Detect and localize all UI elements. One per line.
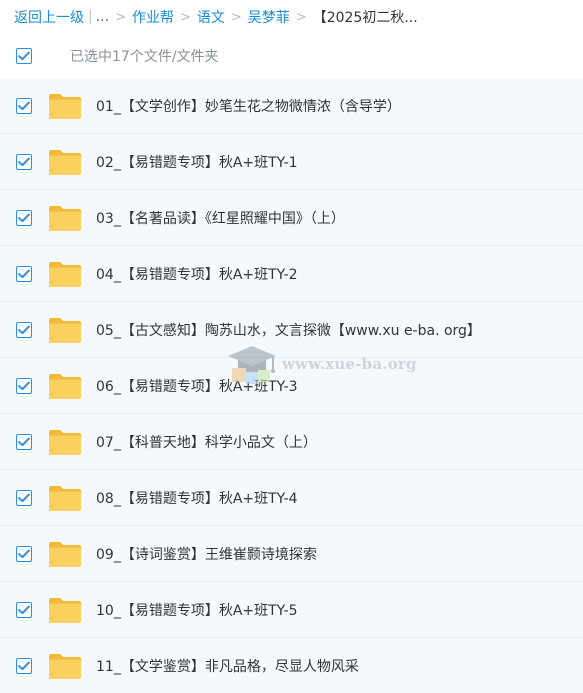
checkbox-checked-icon — [18, 157, 30, 166]
folder-icon — [48, 372, 82, 400]
folder-icon — [48, 484, 82, 512]
checkbox-checked-icon — [18, 101, 30, 110]
checkbox-checked-icon — [18, 493, 30, 502]
file-checkbox[interactable] — [16, 545, 32, 562]
file-checkbox[interactable] — [16, 657, 32, 674]
breadcrumb-divider: | — [88, 9, 93, 25]
folder-icon — [48, 92, 82, 120]
checkbox-checked-icon — [18, 213, 30, 222]
file-row[interactable]: 02_【易错题专项】秋A+班TY-1 — [0, 134, 583, 190]
file-row[interactable]: 07_【科普天地】科学小品文（上） — [0, 414, 583, 470]
file-name[interactable]: 07_【科普天地】科学小品文（上） — [96, 432, 317, 452]
selection-bar: 已选中17个文件/文件夹 — [0, 34, 583, 78]
checkbox-checked-icon — [18, 605, 30, 614]
folder-icon — [48, 428, 82, 456]
file-row[interactable]: 04_【易错题专项】秋A+班TY-2 — [0, 246, 583, 302]
file-checkbox[interactable] — [16, 97, 32, 114]
file-name[interactable]: 04_【易错题专项】秋A+班TY-2 — [96, 264, 298, 284]
file-name[interactable]: 02_【易错题专项】秋A+班TY-1 — [96, 152, 298, 172]
file-row[interactable]: 11_【文学鉴赏】非凡品格，尽显人物风采 — [0, 638, 583, 693]
file-name[interactable]: 05_【古文感知】陶苏山水，文言探微【www.xu e-ba. org】 — [96, 320, 481, 340]
folder-icon — [48, 316, 82, 344]
file-name[interactable]: 01_【文学创作】妙笔生花之物微情浓（含导学） — [96, 96, 401, 116]
file-row[interactable]: 09_【诗词鉴赏】王维崔颢诗境探索 — [0, 526, 583, 582]
checkbox-checked-icon — [18, 325, 30, 334]
file-browser: 返回上一级 | ... > 作业帮 > 语文 > 吴梦菲 > 【2025初二秋.… — [0, 0, 583, 693]
breadcrumb-separator: > — [230, 9, 242, 25]
file-checkbox[interactable] — [16, 209, 32, 226]
file-checkbox[interactable] — [16, 265, 32, 282]
breadcrumb-current: 【2025初二秋... — [312, 10, 418, 26]
file-list: 01_【文学创作】妙笔生花之物微情浓（含导学） 02_【易错题专项】秋A+班TY-… — [0, 78, 583, 693]
file-row[interactable]: 03_【名著品读】《红星照耀中国》（上） — [0, 190, 583, 246]
file-name[interactable]: 08_【易错题专项】秋A+班TY-4 — [96, 488, 298, 508]
checkbox-checked-icon — [18, 269, 30, 278]
breadcrumb-separator: > — [115, 9, 126, 25]
file-row[interactable]: 01_【文学创作】妙笔生花之物微情浓（含导学） — [0, 78, 583, 134]
file-row[interactable]: 10_【易错题专项】秋A+班TY-5 — [0, 582, 583, 638]
checkbox-checked-icon — [18, 549, 30, 558]
file-name[interactable]: 11_【文学鉴赏】非凡品格，尽显人物风采 — [96, 656, 359, 676]
breadcrumb-item-yuwen[interactable]: 语文 — [197, 7, 225, 27]
folder-icon — [48, 652, 82, 680]
file-name[interactable]: 06_【易错题专项】秋A+班TY-3 — [96, 376, 298, 396]
checkbox-checked-icon — [18, 437, 30, 446]
checkbox-checked-icon — [18, 381, 30, 390]
file-row[interactable]: 08_【易错题专项】秋A+班TY-4 — [0, 470, 583, 526]
folder-icon — [48, 540, 82, 568]
select-all-checkbox[interactable] — [16, 48, 32, 64]
file-checkbox[interactable] — [16, 153, 32, 170]
file-checkbox[interactable] — [16, 489, 32, 506]
file-checkbox[interactable] — [16, 433, 32, 450]
file-row[interactable]: 06_【易错题专项】秋A+班TY-3 — [0, 358, 583, 414]
checkbox-checked-icon — [18, 51, 30, 61]
back-link[interactable]: 返回上一级 — [14, 7, 84, 27]
selection-summary: 已选中17个文件/文件夹 — [70, 49, 219, 65]
file-row[interactable]: 05_【古文感知】陶苏山水，文言探微【www.xu e-ba. org】 — [0, 302, 583, 358]
file-name[interactable]: 10_【易错题专项】秋A+班TY-5 — [96, 600, 298, 620]
breadcrumb-separator: > — [179, 9, 191, 25]
folder-icon — [48, 596, 82, 624]
file-name[interactable]: 03_【名著品读】《红星照耀中国》（上） — [96, 208, 345, 228]
breadcrumb-item-teacher[interactable]: 吴梦菲 — [248, 7, 290, 27]
breadcrumb-separator: > — [295, 9, 307, 25]
file-checkbox[interactable] — [16, 321, 32, 338]
file-checkbox[interactable] — [16, 377, 32, 394]
breadcrumb-ellipsis[interactable]: ... — [96, 9, 109, 25]
file-checkbox[interactable] — [16, 601, 32, 618]
folder-icon — [48, 260, 82, 288]
folder-icon — [48, 148, 82, 176]
checkbox-checked-icon — [18, 661, 30, 670]
folder-icon — [48, 204, 82, 232]
breadcrumb-item-zuoyebang[interactable]: 作业帮 — [132, 7, 174, 27]
breadcrumb: 返回上一级 | ... > 作业帮 > 语文 > 吴梦菲 > 【2025初二秋.… — [0, 0, 583, 34]
file-name[interactable]: 09_【诗词鉴赏】王维崔颢诗境探索 — [96, 544, 317, 564]
